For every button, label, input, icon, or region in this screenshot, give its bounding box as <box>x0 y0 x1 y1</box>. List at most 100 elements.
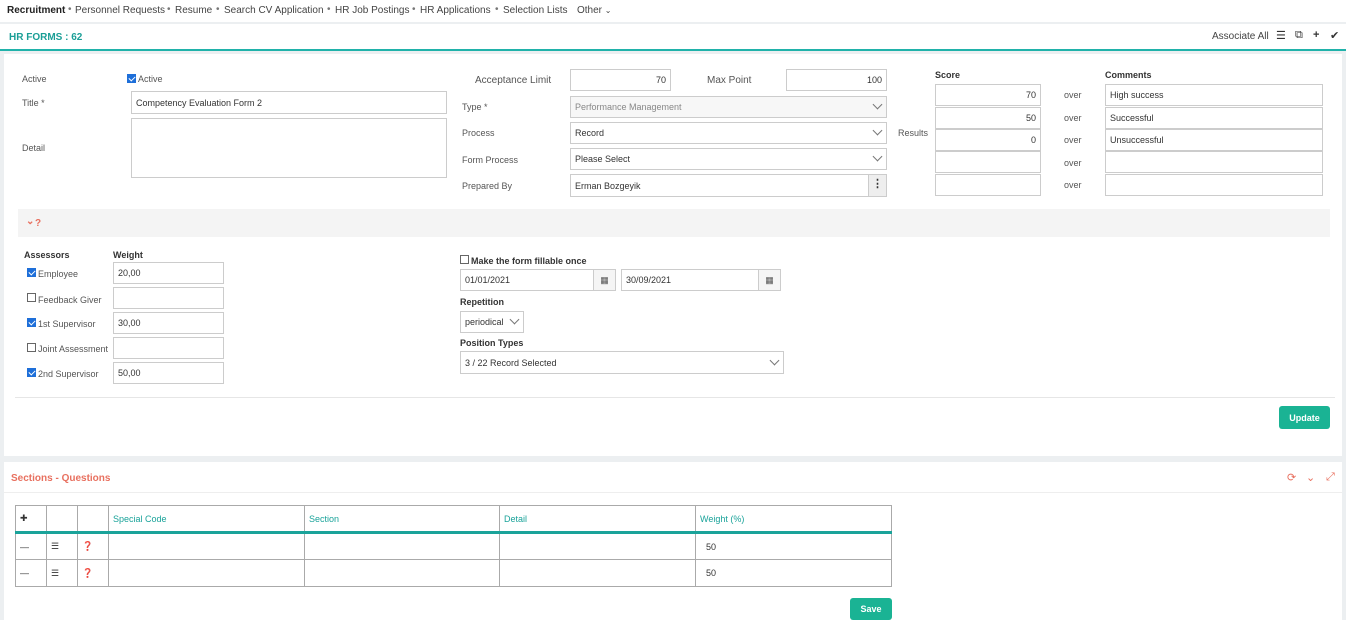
nav-separator: • <box>167 4 171 15</box>
position-types-select[interactable]: 3 / 22 Record Selected <box>460 351 784 374</box>
nav-separator: • <box>495 4 499 15</box>
nav-resume[interactable]: Resume <box>175 5 212 16</box>
nav-hr-applications[interactable]: HR Applications <box>420 5 491 16</box>
assessors-header: Assessors <box>24 250 70 260</box>
score-value-3: 0 <box>1030 135 1036 145</box>
update-button[interactable]: Update <box>1279 406 1330 429</box>
assessor-employee-weight[interactable]: 20,00 <box>113 262 224 284</box>
plus-icon[interactable]: + <box>1313 29 1319 41</box>
list-icon[interactable]: ☰ <box>46 559 78 587</box>
nav-personnel-requests[interactable]: Personnel Requests <box>75 5 165 16</box>
refresh-icon[interactable]: ⟳ <box>1287 471 1296 484</box>
score-input-4[interactable] <box>935 151 1041 173</box>
cell-section[interactable] <box>304 532 500 560</box>
detail-textarea[interactable] <box>131 118 447 178</box>
type-select[interactable]: Performance Management <box>570 96 887 118</box>
nav-recruitment[interactable]: Recruitment <box>7 5 65 16</box>
assessor-employee-label: Employee <box>38 269 79 279</box>
associate-all-link[interactable]: Associate All <box>1212 31 1269 42</box>
score-input-5[interactable] <box>935 174 1041 196</box>
assessor-employee-checkbox[interactable] <box>27 268 36 277</box>
help-icon[interactable]: ❓ <box>77 559 109 587</box>
copy-icon[interactable]: ⧉ <box>1295 29 1303 42</box>
cell-detail[interactable] <box>499 532 696 560</box>
remove-row-icon[interactable]: — <box>15 559 47 587</box>
column-detail[interactable]: Detail <box>499 505 696 534</box>
expand-icon[interactable]: ⤢ <box>1326 471 1335 484</box>
max-point-input[interactable]: 100 <box>786 69 887 91</box>
column-section[interactable]: Section <box>304 505 500 534</box>
comment-value-1: High success <box>1110 90 1164 100</box>
repetition-select[interactable]: periodical <box>460 311 524 333</box>
list-icon[interactable]: ☰ <box>1276 29 1286 42</box>
cell-weight[interactable]: 50 <box>695 559 892 587</box>
assessor-feedback-giver-weight[interactable] <box>113 287 224 309</box>
detail-label: Detail <box>22 143 46 153</box>
start-date-value: 01/01/2021 <box>465 275 511 285</box>
comment-input-3[interactable]: Unsuccessful <box>1105 129 1323 151</box>
results-label: Results <box>898 128 929 138</box>
comment-input-4[interactable] <box>1105 151 1323 173</box>
assessor-2nd-supervisor-weight[interactable]: 50,00 <box>113 362 224 384</box>
collapsible-section-bar[interactable]: ⌄ ? <box>18 209 1330 237</box>
calendar-icon[interactable]: ▦ <box>593 270 615 290</box>
assessor-1st-supervisor-weight[interactable]: 30,00 <box>113 312 224 334</box>
score-input-3[interactable]: 0 <box>935 129 1041 151</box>
nav-selection-lists[interactable]: Selection Lists <box>503 5 567 16</box>
assessor-joint-assessment-weight[interactable] <box>113 337 224 359</box>
fillable-once-label: Make the form fillable once <box>471 256 587 266</box>
assessor-joint-assessment-checkbox[interactable] <box>27 343 36 352</box>
save-button[interactable]: Save <box>850 598 892 620</box>
chevron-down-icon: ⌄ <box>604 6 612 15</box>
active-label: Active <box>22 74 47 84</box>
comments-header: Comments <box>1105 70 1152 80</box>
repetition-value: periodical <box>465 317 504 327</box>
type-label: Type * <box>462 102 488 112</box>
active-checkbox[interactable] <box>127 74 136 83</box>
comment-input-2[interactable]: Successful <box>1105 107 1323 129</box>
chevron-down-icon[interactable]: ⌄ <box>1306 471 1315 484</box>
form-process-select[interactable]: Please Select <box>570 148 887 170</box>
column-weight[interactable]: Weight (%) <box>695 505 892 534</box>
title-input[interactable]: Competency Evaluation Form 2 <box>131 91 447 114</box>
assessor-2nd-supervisor-checkbox[interactable] <box>27 368 36 377</box>
cell-detail[interactable] <box>499 559 696 587</box>
nav-other[interactable]: Other ⌄ <box>577 5 612 16</box>
comment-value-2: Successful <box>1110 113 1154 123</box>
nav-search-cv-application[interactable]: Search CV Application <box>224 5 324 16</box>
page-title: HR FORMS : 62 <box>9 32 83 43</box>
title-label: Title * <box>22 98 45 108</box>
calendar-icon[interactable]: ▦ <box>758 270 780 290</box>
process-label: Process <box>462 128 495 138</box>
prepared-by-input[interactable]: Erman Bozgeyik <box>570 174 887 197</box>
remove-row-icon[interactable]: — <box>15 532 47 560</box>
cell-weight[interactable]: 50 <box>695 532 892 560</box>
cell-special-code[interactable] <box>108 559 305 587</box>
fillable-once-checkbox[interactable] <box>460 255 469 264</box>
check-icon[interactable]: ✔ <box>1330 29 1339 42</box>
score-value-2: 50 <box>1025 113 1036 123</box>
acceptance-limit-input[interactable]: 70 <box>570 69 671 91</box>
score-input-1[interactable]: 70 <box>935 84 1041 106</box>
cell-special-code[interactable] <box>108 532 305 560</box>
chevron-down-icon <box>872 99 883 110</box>
score-value-1: 70 <box>1025 90 1036 100</box>
nav-hr-job-postings[interactable]: HR Job Postings <box>335 5 409 16</box>
comment-input-5[interactable] <box>1105 174 1323 196</box>
max-point-value: 100 <box>866 75 882 85</box>
over-label-5: over <box>1064 180 1082 190</box>
comment-input-1[interactable]: High success <box>1105 84 1323 106</box>
add-row-icon[interactable]: ✚ <box>15 505 47 534</box>
assessor-1st-supervisor-checkbox[interactable] <box>27 318 36 327</box>
position-types-value: 3 / 22 Record Selected <box>465 357 557 368</box>
process-select[interactable]: Record <box>570 122 887 144</box>
column-special-code[interactable]: Special Code <box>108 505 305 534</box>
cell-section[interactable] <box>304 559 500 587</box>
end-date-input[interactable]: 30/09/2021 <box>621 269 781 291</box>
score-input-2[interactable]: 50 <box>935 107 1041 129</box>
assessor-feedback-giver-checkbox[interactable] <box>27 293 36 302</box>
active-checkbox-label: Active <box>138 74 163 84</box>
more-options-icon[interactable]: ⋮ <box>868 175 886 196</box>
list-icon[interactable]: ☰ <box>46 532 78 560</box>
help-icon[interactable]: ❓ <box>77 532 109 560</box>
